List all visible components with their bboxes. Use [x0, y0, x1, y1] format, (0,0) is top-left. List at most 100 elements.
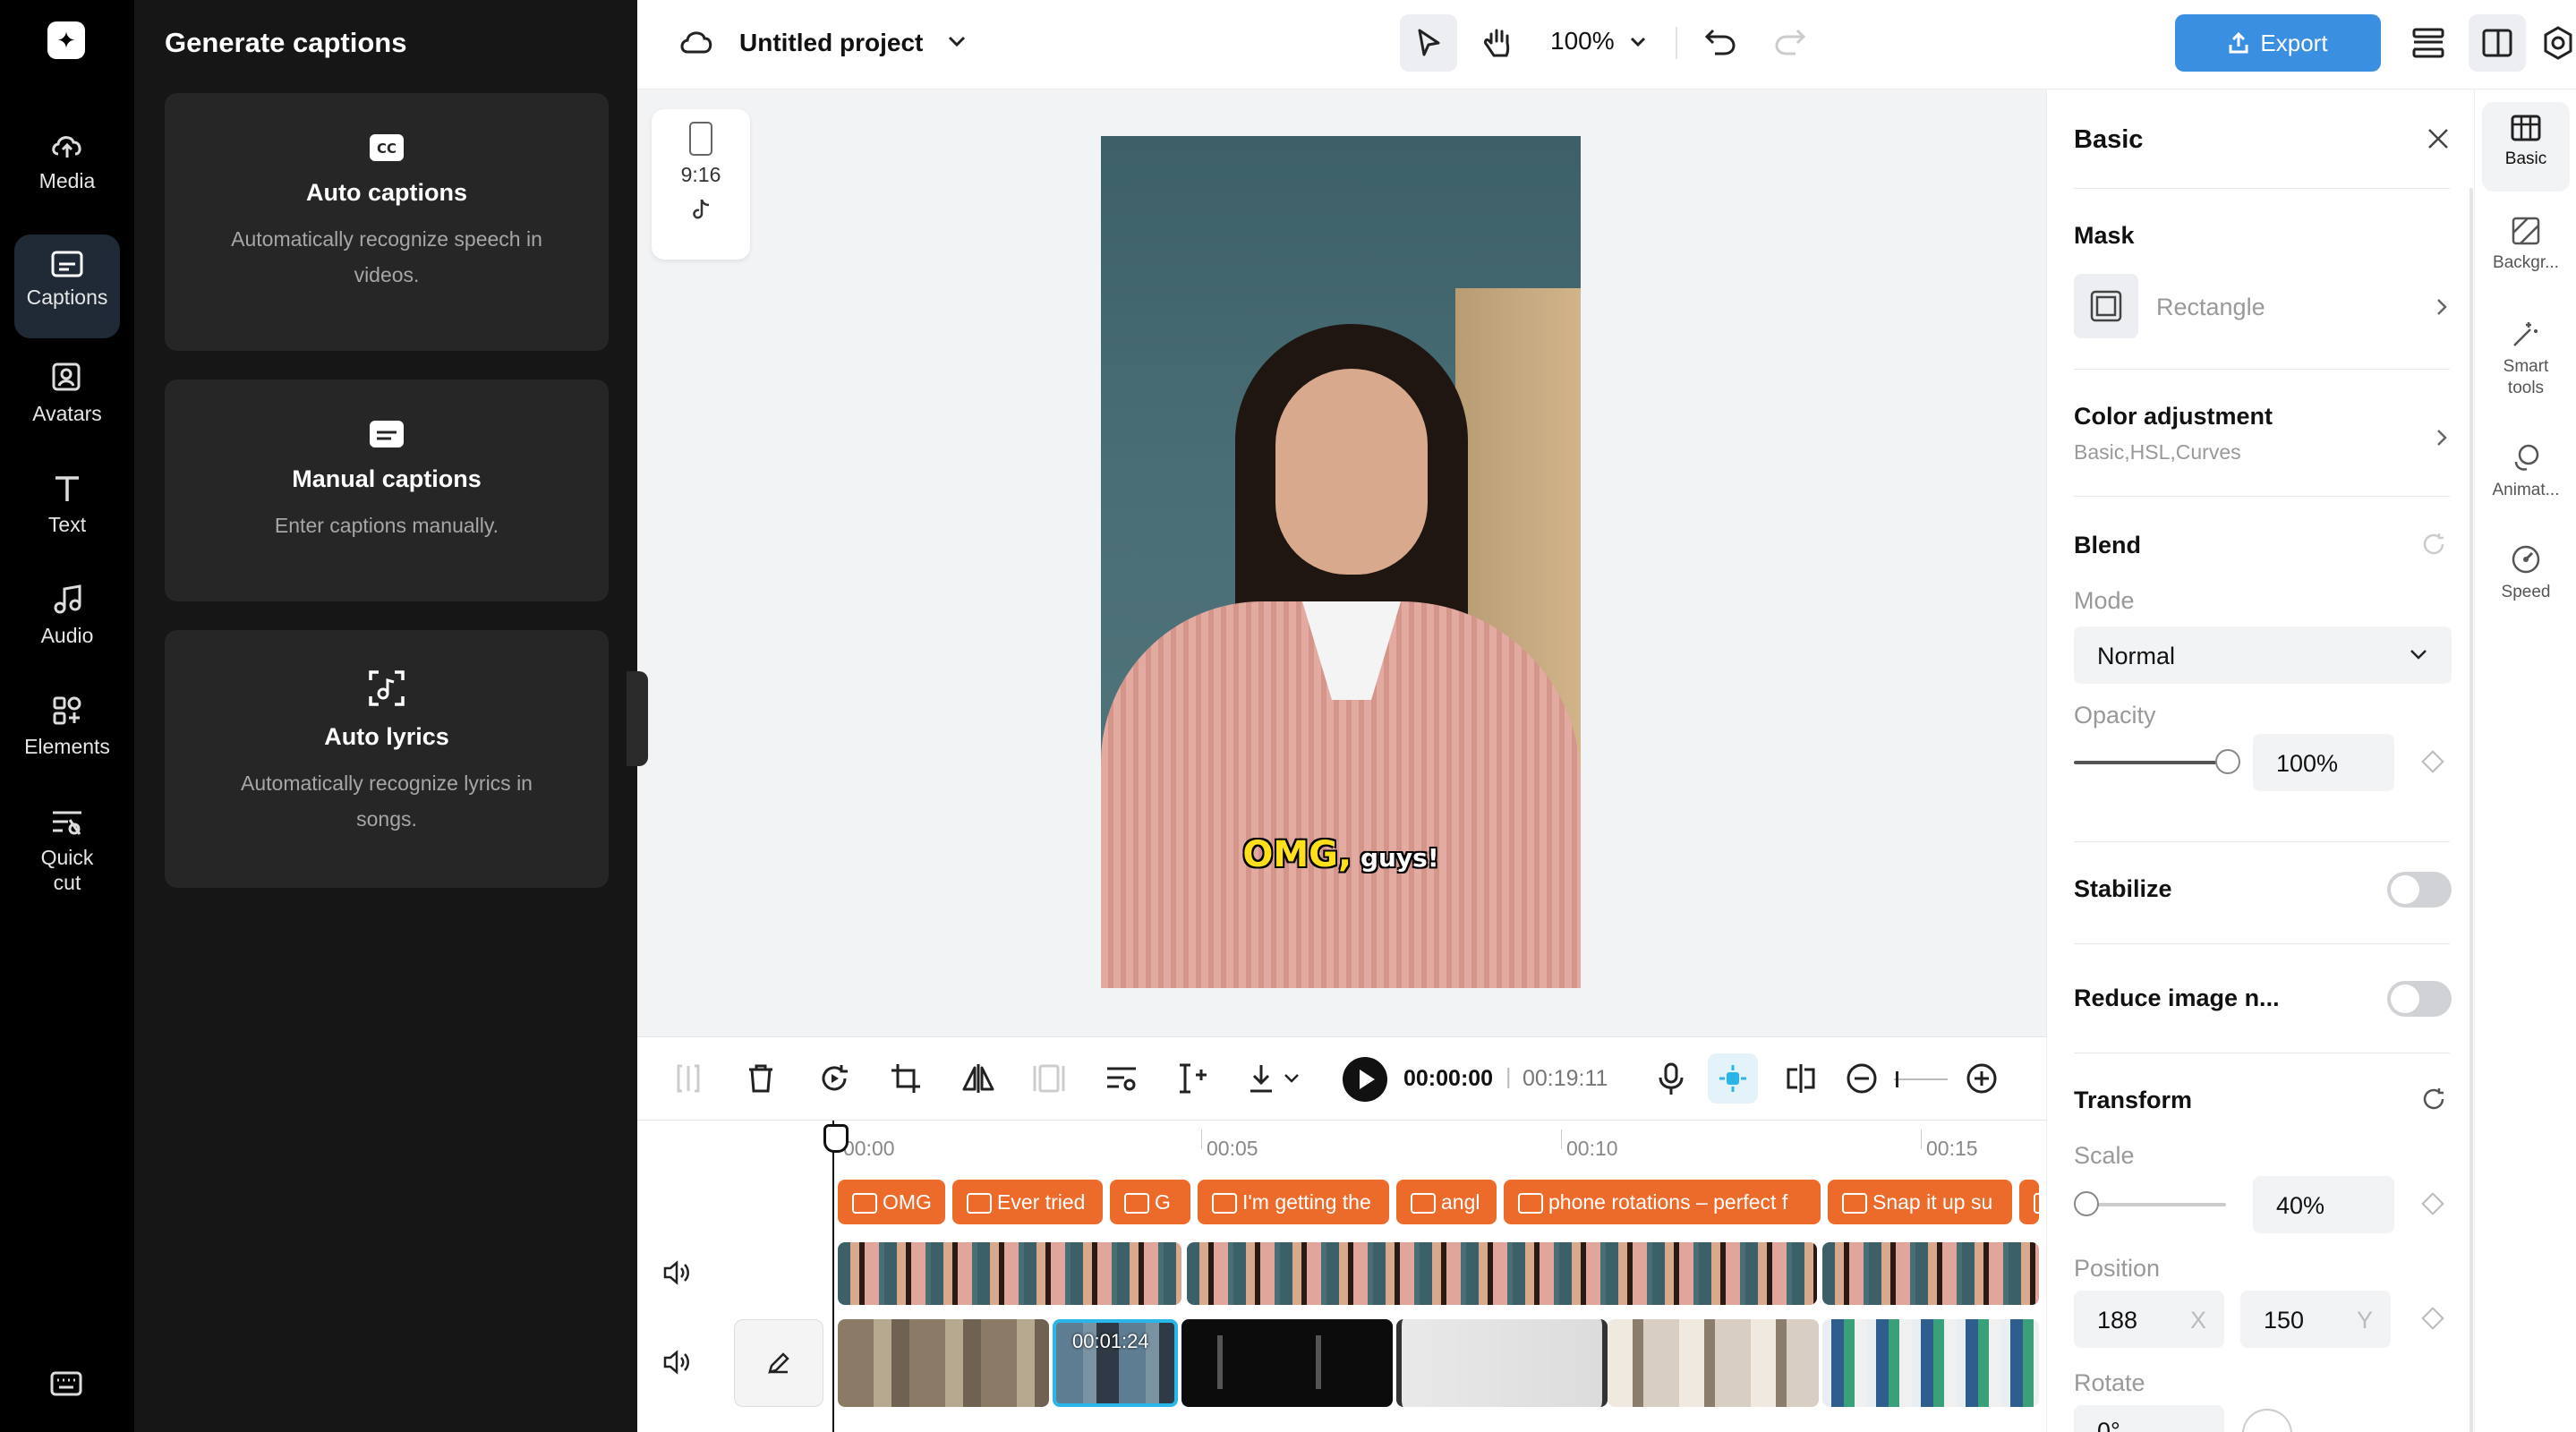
blend-mode-select[interactable]: Normal	[2074, 626, 2452, 684]
reset-icon[interactable]	[2421, 532, 2446, 557]
play-button[interactable]	[1343, 1057, 1387, 1102]
playhead[interactable]	[823, 1121, 849, 1432]
cloud-icon[interactable]	[678, 27, 714, 57]
zoom-level[interactable]: 100%	[1550, 27, 1615, 55]
project-title[interactable]: Untitled project	[739, 29, 923, 57]
chevron-down-icon[interactable]	[1629, 36, 1647, 48]
manual-captions-card[interactable]: Manual captions Enter captions manually.	[165, 379, 609, 601]
keyframe-icon[interactable]	[2421, 750, 2444, 773]
scale-input[interactable]: 40%	[2253, 1176, 2394, 1233]
rail-item-basic[interactable]: Basic	[2482, 102, 2570, 192]
auto-lyrics-card[interactable]: Auto lyrics Automatically recognize lyri…	[165, 630, 609, 888]
video-track-clip[interactable]	[1822, 1242, 2039, 1305]
blend-label: Blend	[2074, 532, 2142, 558]
select-tool-button[interactable]	[1400, 14, 1457, 72]
redo-icon[interactable]	[1774, 27, 1806, 57]
video-caption[interactable]: OMG, guys!	[1101, 834, 1581, 875]
mask-value[interactable]: Rectangle	[2156, 294, 2265, 321]
rail-item-animation[interactable]: Animat...	[2475, 430, 2576, 501]
nav-item-avatars[interactable]: Avatars	[14, 345, 120, 449]
nav-item-media[interactable]: Media	[14, 115, 120, 218]
position-x-input[interactable]: 188 X	[2074, 1291, 2224, 1348]
export-button[interactable]: Export	[2175, 14, 2381, 72]
keyboard-icon[interactable]	[50, 1371, 82, 1396]
y-label: Y	[2356, 1307, 2373, 1334]
freeze-icon[interactable]	[1033, 1062, 1065, 1095]
nav-item-text[interactable]: Text	[14, 456, 120, 560]
microphone-icon[interactable]	[1658, 1062, 1685, 1096]
color-adjustment-label[interactable]: Color adjustment	[2074, 403, 2273, 430]
video-preview[interactable]: OMG, guys!	[1101, 136, 1581, 988]
auto-snap-button[interactable]	[1708, 1053, 1758, 1104]
replay-icon[interactable]	[818, 1062, 850, 1095]
mask-thumb[interactable]	[2074, 274, 2138, 338]
nav-item-captions[interactable]: Captions	[14, 234, 120, 338]
overlay-clip[interactable]	[1608, 1319, 1819, 1407]
speaker-icon[interactable]	[662, 1350, 691, 1375]
overlay-clip-selected[interactable]: 00:01:24	[1053, 1319, 1178, 1407]
overlay-clip[interactable]	[1396, 1319, 1608, 1407]
close-icon[interactable]	[2427, 127, 2450, 150]
overlay-clip[interactable]	[838, 1319, 1049, 1407]
reduce-noise-toggle[interactable]	[2387, 981, 2452, 1017]
rail-item-speed[interactable]: Speed	[2475, 532, 2576, 603]
rotate-input[interactable]: 0°	[2074, 1405, 2224, 1432]
hand-tool-button[interactable]	[1470, 14, 1527, 72]
caption-clip[interactable]: Ever tried	[952, 1180, 1103, 1224]
edit-cover-button[interactable]	[734, 1319, 823, 1407]
overlay-clip[interactable]	[1822, 1319, 2039, 1407]
caption-clip[interactable]	[2019, 1180, 2039, 1224]
panel-toggle-button[interactable]	[2469, 14, 2526, 72]
zoom-slider-thumb[interactable]	[1896, 1071, 1898, 1087]
split-icon[interactable]	[675, 1062, 702, 1095]
caption-clip[interactable]: Snap it up su	[1828, 1180, 2012, 1224]
caption-clip[interactable]: OMG	[838, 1180, 945, 1224]
rail-item-smart-tools[interactable]: Smart tools	[2475, 306, 2576, 399]
video-track-clip[interactable]	[838, 1242, 1181, 1305]
auto-captions-card[interactable]: CC Auto captions Automatically recognize…	[165, 93, 609, 351]
overlay-clip[interactable]	[1181, 1319, 1393, 1407]
layers-icon[interactable]	[2411, 27, 2445, 59]
chevron-right-icon[interactable]	[2435, 297, 2448, 317]
scrollbar[interactable]	[2469, 188, 2473, 1432]
adjust-icon[interactable]	[1105, 1062, 1139, 1095]
caption-clip[interactable]: I'm getting the	[1198, 1180, 1389, 1224]
position-y-input[interactable]: 150 Y	[2240, 1291, 2391, 1348]
chevron-down-icon[interactable]	[1284, 1073, 1300, 1084]
keyframe-icon[interactable]	[2421, 1192, 2444, 1215]
caption-clip[interactable]: phone rotations – perfect f	[1504, 1180, 1821, 1224]
rotate-dial[interactable]	[2242, 1409, 2292, 1432]
caption-clip[interactable]: angl	[1396, 1180, 1497, 1224]
split-screen-icon[interactable]	[1785, 1062, 1817, 1095]
app-logo[interactable]: ✦	[47, 21, 85, 59]
nav-item-elements[interactable]: Elements	[14, 678, 120, 782]
delete-icon[interactable]	[746, 1062, 775, 1095]
opacity-slider-thumb[interactable]	[2215, 749, 2240, 774]
undo-icon[interactable]	[1704, 27, 1736, 57]
aspect-ratio-selector[interactable]: 9:16	[652, 109, 750, 260]
chevron-right-icon[interactable]	[2435, 428, 2448, 448]
trim-icon[interactable]	[1176, 1062, 1208, 1095]
zoom-slider[interactable]	[1894, 1078, 1948, 1080]
panel-collapse-handle[interactable]	[627, 671, 648, 766]
scale-slider-thumb[interactable]	[2074, 1191, 2099, 1216]
rail-item-background[interactable]: Backgr...	[2475, 204, 2576, 274]
opacity-slider[interactable]	[2074, 761, 2226, 764]
zoom-in-icon[interactable]	[1966, 1062, 1998, 1095]
caption-clip[interactable]: G	[1110, 1180, 1190, 1224]
magnet-icon	[1719, 1065, 1746, 1092]
keyframe-icon[interactable]	[2421, 1307, 2444, 1330]
nav-item-audio[interactable]: Audio	[14, 567, 120, 671]
speaker-icon[interactable]	[662, 1260, 691, 1285]
settings-icon[interactable]	[2540, 25, 2576, 61]
video-track-clip[interactable]	[1187, 1242, 1817, 1305]
chevron-down-icon[interactable]	[947, 34, 967, 48]
reset-icon[interactable]	[2421, 1087, 2446, 1112]
opacity-input[interactable]: 100%	[2253, 734, 2394, 791]
zoom-out-icon[interactable]	[1846, 1062, 1878, 1095]
crop-icon[interactable]	[890, 1062, 922, 1095]
nav-item-quick-cut[interactable]: Quick cut	[14, 791, 120, 916]
download-icon[interactable]	[1248, 1062, 1280, 1095]
stabilize-toggle[interactable]	[2387, 872, 2452, 908]
flip-icon[interactable]	[961, 1062, 995, 1095]
